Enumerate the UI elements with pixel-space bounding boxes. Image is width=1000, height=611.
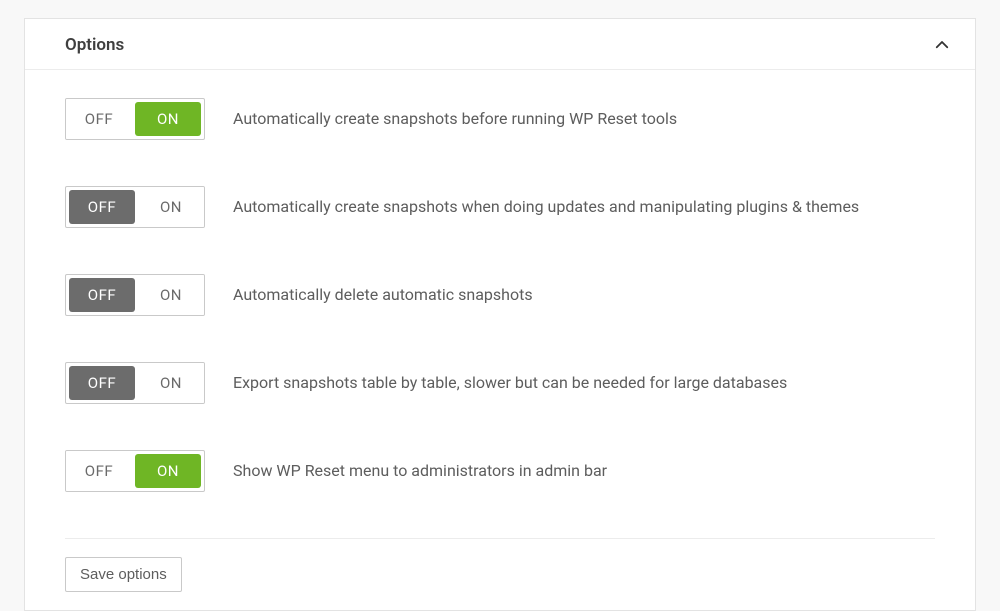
toggle-on-button[interactable]: ON <box>135 102 201 136</box>
option-row-auto-snapshot-before-tools: OFF ON Automatically create snapshots be… <box>65 98 935 140</box>
option-row-auto-snapshot-on-updates: OFF ON Automatically create snapshots wh… <box>65 186 935 228</box>
option-label: Automatically delete automatic snapshots <box>233 284 533 306</box>
toggle-auto-snapshot-before-tools[interactable]: OFF ON <box>65 98 205 140</box>
options-panel-body: OFF ON Automatically create snapshots be… <box>25 70 975 492</box>
toggle-off-button[interactable]: OFF <box>69 190 135 224</box>
toggle-on-button[interactable]: ON <box>138 187 204 227</box>
options-panel-footer: Save options <box>25 538 975 610</box>
toggle-off-button[interactable]: OFF <box>69 278 135 312</box>
toggle-off-button[interactable]: OFF <box>66 451 132 491</box>
option-label: Automatically create snapshots when doin… <box>233 196 859 218</box>
options-panel-header[interactable]: Options <box>25 19 975 70</box>
option-label: Export snapshots table by table, slower … <box>233 372 787 394</box>
toggle-on-button[interactable]: ON <box>138 275 204 315</box>
toggle-auto-snapshot-on-updates[interactable]: OFF ON <box>65 186 205 228</box>
toggle-off-button[interactable]: OFF <box>69 366 135 400</box>
toggle-off-button[interactable]: OFF <box>66 99 132 139</box>
option-row-export-table-by-table: OFF ON Export snapshots table by table, … <box>65 362 935 404</box>
save-options-button[interactable]: Save options <box>65 557 182 592</box>
footer-divider <box>65 538 935 539</box>
options-panel: Options OFF ON Automatically create snap… <box>24 18 976 611</box>
options-panel-title: Options <box>65 35 124 55</box>
option-row-auto-delete-snapshots: OFF ON Automatically delete automatic sn… <box>65 274 935 316</box>
chevron-up-icon <box>933 36 951 54</box>
toggle-on-button[interactable]: ON <box>138 363 204 403</box>
toggle-on-button[interactable]: ON <box>135 454 201 488</box>
toggle-auto-delete-snapshots[interactable]: OFF ON <box>65 274 205 316</box>
toggle-export-table-by-table[interactable]: OFF ON <box>65 362 205 404</box>
option-label: Show WP Reset menu to administrators in … <box>233 460 607 482</box>
toggle-show-admin-bar-menu[interactable]: OFF ON <box>65 450 205 492</box>
option-label: Automatically create snapshots before ru… <box>233 108 677 130</box>
option-row-show-admin-bar-menu: OFF ON Show WP Reset menu to administrat… <box>65 450 935 492</box>
